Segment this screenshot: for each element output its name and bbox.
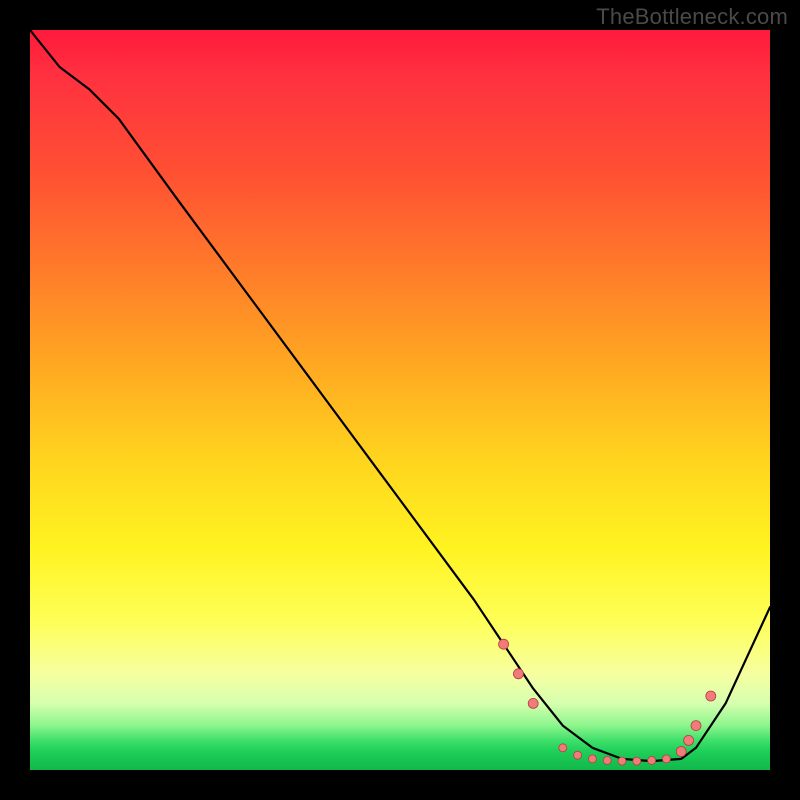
data-marker xyxy=(588,755,596,763)
data-marker xyxy=(706,691,716,701)
data-marker xyxy=(603,756,611,764)
data-marker xyxy=(513,669,523,679)
data-marker xyxy=(574,751,582,759)
data-marker xyxy=(691,721,701,731)
data-marker xyxy=(528,698,538,708)
data-marker xyxy=(662,755,670,763)
data-marker xyxy=(684,735,694,745)
data-marker xyxy=(559,744,567,752)
data-marker xyxy=(618,757,626,765)
chart-container: TheBottleneck.com xyxy=(0,0,800,800)
watermark-text: TheBottleneck.com xyxy=(596,4,788,30)
plot-area xyxy=(30,30,770,770)
data-marker xyxy=(676,747,686,757)
data-marker xyxy=(648,756,656,764)
data-marker xyxy=(633,757,641,765)
data-markers xyxy=(499,639,716,765)
curve-layer xyxy=(30,30,770,770)
data-marker xyxy=(499,639,509,649)
bottleneck-curve xyxy=(30,30,770,761)
